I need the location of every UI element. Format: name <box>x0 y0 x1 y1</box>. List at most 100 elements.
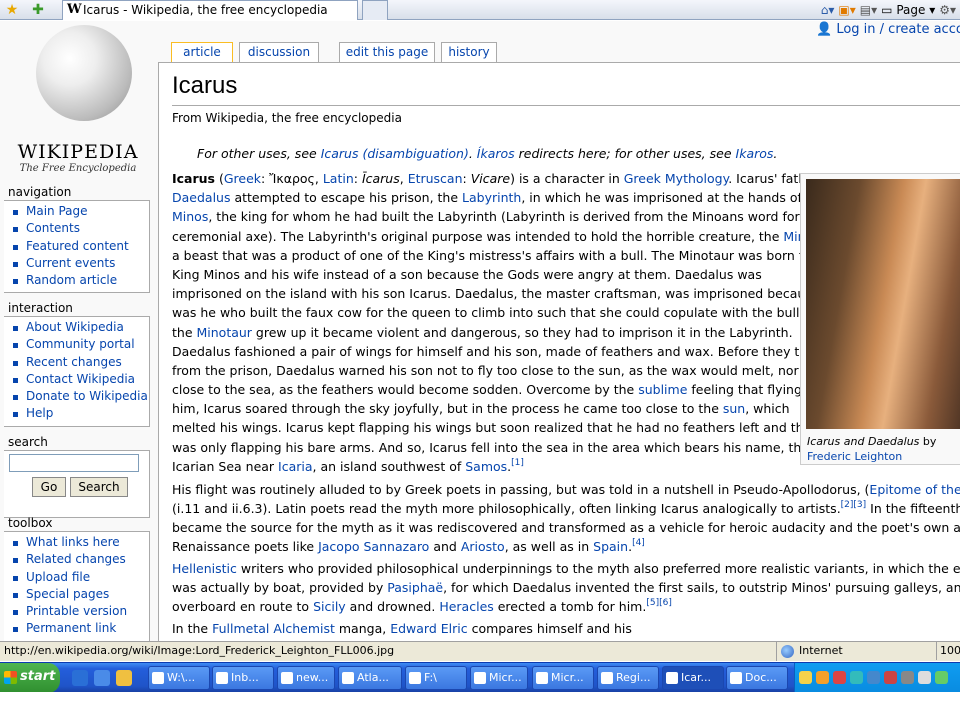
sidebar-toolbox-link[interactable]: Related changes <box>26 552 126 566</box>
sidebar-interaction-link[interactable]: Help <box>26 406 53 420</box>
article-link[interactable]: Minotaur <box>197 325 252 340</box>
tab-history-label[interactable]: history <box>448 45 489 59</box>
article-link[interactable]: Pasiphaë <box>387 580 443 595</box>
sidebar-toolbox-item[interactable]: Permanent link <box>12 620 149 637</box>
taskbar-task-button[interactable]: F:\ <box>405 666 467 690</box>
sidebar-toolbox-item[interactable]: Special pages <box>12 586 149 603</box>
citation-link[interactable]: [1] <box>511 458 524 468</box>
tab-edit[interactable]: edit this page <box>339 42 435 62</box>
citation-link[interactable]: [4] <box>632 538 645 548</box>
go-button[interactable]: Go <box>32 477 66 497</box>
safely-remove-tray-icon[interactable] <box>935 671 948 684</box>
taskbar-task-button[interactable]: Micr... <box>532 666 594 690</box>
sidebar-interaction-item[interactable]: Community portal <box>12 336 149 353</box>
sidebar-toolbox-link[interactable]: Permanent link <box>26 621 116 635</box>
tab-history[interactable]: history <box>441 42 497 62</box>
sidebar-interaction-item[interactable]: About Wikipedia <box>12 319 149 336</box>
taskbar-task-button[interactable]: Inb... <box>212 666 274 690</box>
tab-discussion[interactable]: discussion <box>239 42 319 62</box>
dab-link-disambiguation[interactable]: Icarus (disambiguation) <box>321 146 469 161</box>
wikipedia-logo[interactable]: WIKIPEDIA The Free Encyclopedia <box>0 21 160 181</box>
antivirus-tray-icon[interactable] <box>833 671 846 684</box>
article-link[interactable]: Sicily <box>313 599 346 614</box>
dab-link-ikaros-greek[interactable]: Íkaros <box>477 146 515 161</box>
sidebar-toolbox-item[interactable]: What links here <box>12 534 149 551</box>
sidebar-navigation-link[interactable]: Main Page <box>26 204 88 218</box>
ie-quicklaunch-icon[interactable] <box>72 670 88 686</box>
article-link[interactable]: Icaria <box>278 459 313 474</box>
login-label[interactable]: Log in / create account <box>836 22 960 37</box>
print-icon[interactable]: ▤▾ <box>860 3 877 17</box>
article-link[interactable]: sun <box>723 401 745 416</box>
sidebar-navigation-item[interactable]: Random article <box>12 272 149 289</box>
sidebar-toolbox-link[interactable]: Special pages <box>26 587 109 601</box>
taskbar-task-button[interactable]: Doc... <box>726 666 788 690</box>
citation-link[interactable]: [5][6] <box>646 598 672 608</box>
taskbar-task-button[interactable]: Regi... <box>597 666 659 690</box>
taskbar-task-button[interactable]: Icar... <box>662 666 724 690</box>
app-tray-icon[interactable] <box>884 671 897 684</box>
browser-tab[interactable]: W Icarus - Wikipedia, the free encyclope… <box>62 0 358 20</box>
favorites-star-icon[interactable]: ★ <box>4 2 20 18</box>
login-link[interactable]: 👤 Log in / create account <box>816 21 960 39</box>
taskbar-task-button[interactable]: W:\... <box>148 666 210 690</box>
sidebar-navigation-link[interactable]: Random article <box>26 273 117 287</box>
dab-link-ikaros[interactable]: Ikaros <box>736 146 774 161</box>
article-link[interactable]: Fullmetal Alchemist <box>212 621 335 636</box>
sidebar-interaction-item[interactable]: Donate to Wikipedia <box>12 388 149 405</box>
zoom-level[interactable]: 100 <box>936 642 960 660</box>
ie7-quicklaunch-icon[interactable] <box>94 670 110 686</box>
sidebar-toolbox-link[interactable]: Upload file <box>26 570 90 584</box>
sidebar-navigation-item[interactable]: Current events <box>12 255 149 272</box>
article-link[interactable]: Hellenistic <box>172 561 237 576</box>
article-link[interactable]: Labyrinth <box>462 190 521 205</box>
article-link[interactable]: Heracles <box>439 599 493 614</box>
article-link[interactable]: Ariosto <box>461 539 505 554</box>
sidebar-toolbox-item[interactable]: Printable version <box>12 603 149 620</box>
sidebar-navigation-item[interactable]: Main Page <box>12 203 149 220</box>
outlook-quicklaunch-icon[interactable] <box>116 670 132 686</box>
printer-tray-icon[interactable] <box>901 671 914 684</box>
article-link[interactable]: Edward Elric <box>390 621 467 636</box>
network-tray-icon[interactable] <box>850 671 863 684</box>
sidebar-interaction-link[interactable]: Community portal <box>26 337 135 351</box>
sidebar-toolbox-item[interactable]: Related changes <box>12 551 149 568</box>
article-link[interactable]: Latin <box>323 171 354 186</box>
sidebar-navigation-link[interactable]: Current events <box>26 256 115 270</box>
sidebar-interaction-link[interactable]: Donate to Wikipedia <box>26 389 148 403</box>
sidebar-toolbox-link[interactable]: Printable version <box>26 604 127 618</box>
article-link[interactable]: Spain <box>593 539 628 554</box>
start-button[interactable]: start <box>0 663 60 693</box>
sidebar-interaction-item[interactable]: Recent changes <box>12 354 149 371</box>
mail-tray-icon[interactable] <box>799 671 812 684</box>
page-menu-button[interactable]: ▭ Page ▾ <box>881 3 935 17</box>
article-link[interactable]: Greek <box>224 171 261 186</box>
article-link[interactable]: Samos <box>465 459 507 474</box>
caption-artist-link[interactable]: Frederic Leighton <box>807 450 902 463</box>
tab-discussion-label[interactable]: discussion <box>248 45 310 59</box>
home-icon[interactable]: ⌂▾ <box>821 3 835 17</box>
sidebar-interaction-item[interactable]: Contact Wikipedia <box>12 371 149 388</box>
sidebar-navigation-link[interactable]: Featured content <box>26 239 129 253</box>
feeds-icon[interactable]: ▣▾ <box>838 3 855 17</box>
article-link[interactable]: Minos <box>172 209 208 224</box>
article-link[interactable]: Etruscan <box>408 171 463 186</box>
security-zone[interactable]: Internet <box>776 642 926 661</box>
tab-article[interactable]: article <box>171 42 233 63</box>
article-link[interactable]: Daedalus <box>172 190 230 205</box>
sidebar-interaction-link[interactable]: Contact Wikipedia <box>26 372 135 386</box>
sidebar-navigation-link[interactable]: Contents <box>26 221 80 235</box>
search-button[interactable]: Search <box>70 477 128 497</box>
sidebar-toolbox-item[interactable]: Upload file <box>12 569 149 586</box>
taskbar-task-button[interactable]: new... <box>277 666 335 690</box>
sound-tray-icon[interactable] <box>918 671 931 684</box>
sidebar-navigation-item[interactable]: Featured content <box>12 238 149 255</box>
article-link[interactable]: Greek Mythology <box>624 171 728 186</box>
bluetooth-tray-icon[interactable] <box>867 671 880 684</box>
icarus-painting-image[interactable] <box>806 179 960 429</box>
sidebar-interaction-link[interactable]: Recent changes <box>26 355 122 369</box>
sidebar-interaction-link[interactable]: About Wikipedia <box>26 320 124 334</box>
new-tab-button[interactable] <box>362 0 388 20</box>
search-input[interactable] <box>9 454 139 472</box>
tools-icon[interactable]: ⚙▾ <box>939 3 956 17</box>
